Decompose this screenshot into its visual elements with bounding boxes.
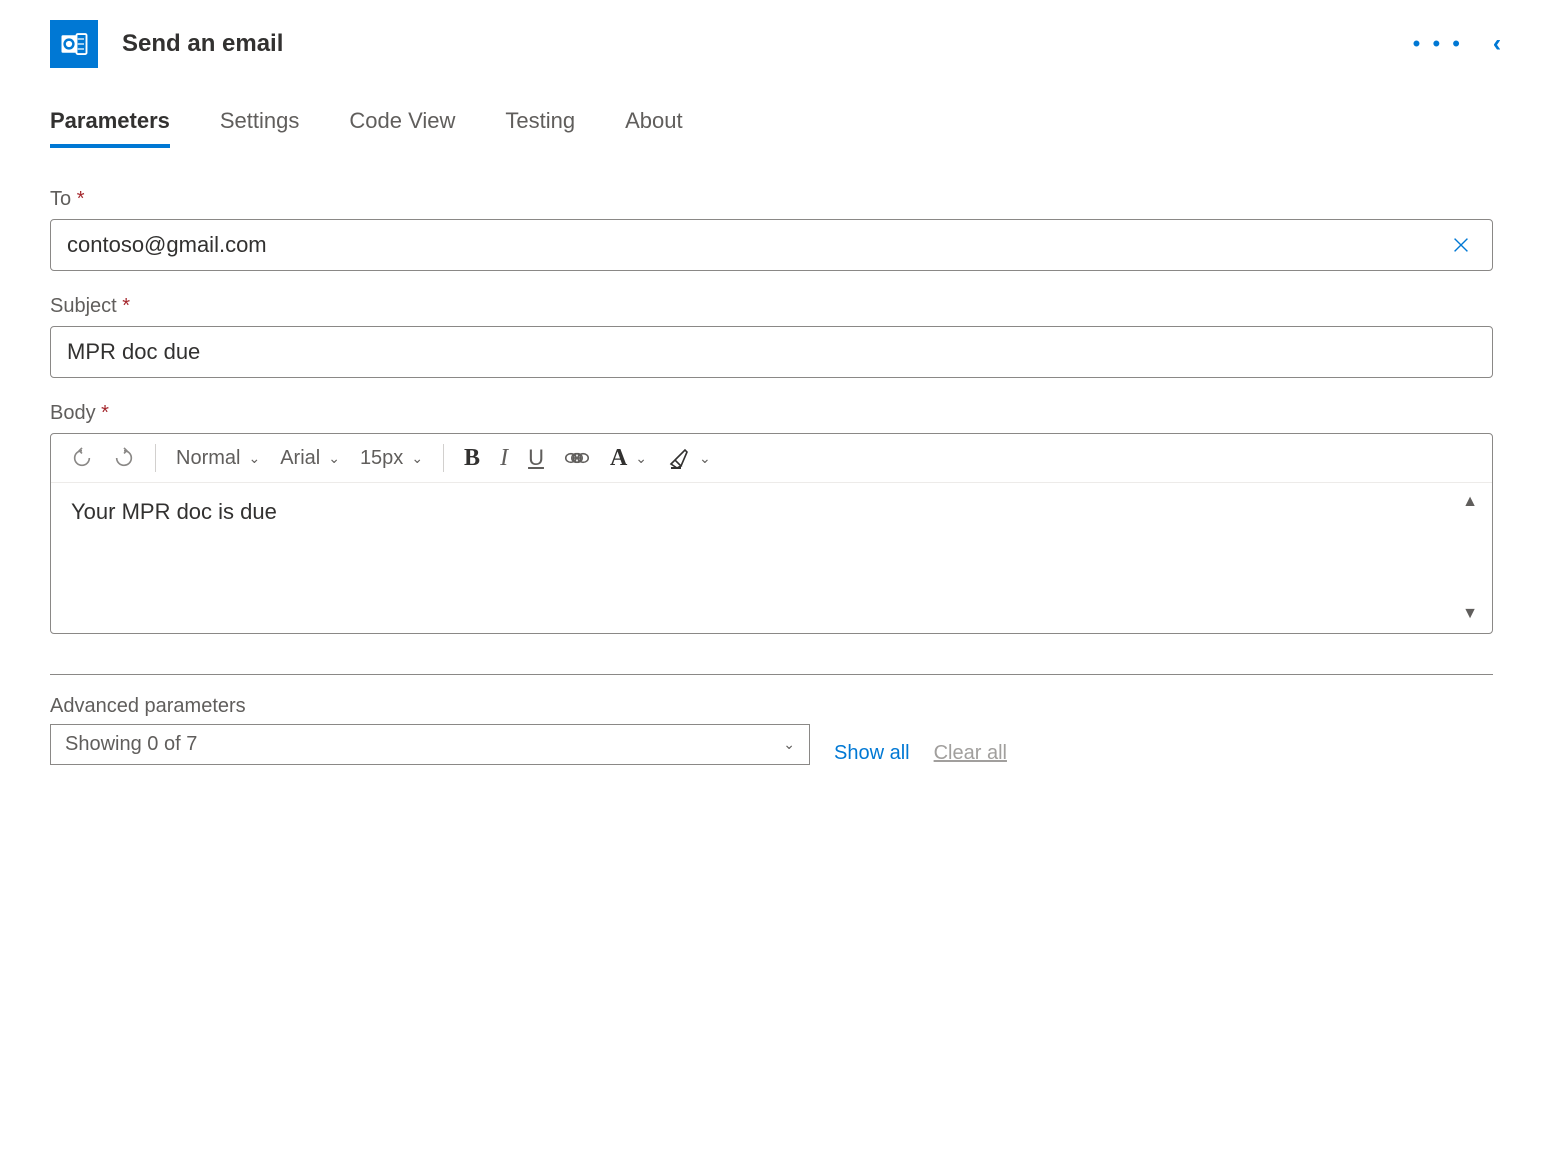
- tab-parameters[interactable]: Parameters: [50, 108, 170, 148]
- show-all-button[interactable]: Show all: [834, 742, 910, 765]
- toolbar-divider: [443, 444, 444, 472]
- editor-toolbar: Normal ⌄ Arial ⌄ 15px ⌄ B I U A ⌄: [51, 434, 1492, 483]
- tab-about[interactable]: About: [625, 108, 683, 148]
- body-textarea[interactable]: Your MPR doc is due ▲ ▼: [51, 483, 1492, 633]
- chevron-down-icon: ⌄: [248, 450, 260, 467]
- link-icon[interactable]: [564, 448, 590, 468]
- field-subject: Subject * MPR doc due: [50, 295, 1493, 378]
- tab-code-view[interactable]: Code View: [349, 108, 455, 148]
- toolbar-divider: [155, 444, 156, 472]
- advanced-parameters-row: Advanced parameters Showing 0 of 7 ⌄ Sho…: [50, 695, 1493, 765]
- tab-testing[interactable]: Testing: [505, 108, 575, 148]
- size-dropdown[interactable]: 15px ⌄: [360, 447, 423, 470]
- size-value: 15px: [360, 447, 403, 470]
- tab-settings[interactable]: Settings: [220, 108, 300, 148]
- chevron-down-icon: ⌄: [699, 450, 711, 467]
- body-label: Body *: [50, 402, 1493, 425]
- clear-to-icon[interactable]: [1446, 234, 1476, 256]
- scroll-up-icon[interactable]: ▲: [1462, 493, 1478, 511]
- header-left: Send an email: [50, 20, 283, 68]
- panel-title: Send an email: [122, 30, 283, 58]
- outlook-icon: [50, 20, 98, 68]
- scroll-arrows: ▲ ▼: [1456, 493, 1484, 623]
- highlight-icon: [667, 446, 691, 470]
- italic-button[interactable]: I: [500, 445, 508, 472]
- clear-all-button[interactable]: Clear all: [934, 742, 1007, 765]
- font-color-icon: A: [610, 445, 627, 472]
- panel-header: Send an email • • • ‹‹: [50, 20, 1493, 68]
- to-label: To *: [50, 188, 1493, 211]
- body-content: Your MPR doc is due: [71, 499, 277, 524]
- chevron-down-icon: ⌄: [635, 450, 647, 467]
- style-value: Normal: [176, 447, 240, 470]
- body-editor: Normal ⌄ Arial ⌄ 15px ⌄ B I U A ⌄: [50, 433, 1493, 634]
- bold-button[interactable]: B: [464, 445, 480, 472]
- subject-label: Subject *: [50, 295, 1493, 318]
- highlight-dropdown[interactable]: ⌄: [667, 446, 711, 470]
- required-mark: *: [101, 402, 109, 424]
- redo-icon[interactable]: [113, 447, 135, 469]
- required-mark: *: [122, 295, 130, 317]
- more-icon[interactable]: • • •: [1413, 31, 1463, 57]
- subject-label-text: Subject: [50, 295, 117, 317]
- style-dropdown[interactable]: Normal ⌄: [176, 447, 260, 470]
- to-label-text: To: [50, 188, 71, 210]
- underline-button[interactable]: U: [528, 445, 544, 471]
- scroll-down-icon[interactable]: ▼: [1462, 605, 1478, 623]
- advanced-select[interactable]: Showing 0 of 7 ⌄: [50, 724, 810, 765]
- chevron-down-icon: ⌄: [411, 450, 423, 467]
- subject-value: MPR doc due: [67, 339, 1476, 365]
- advanced-left: Advanced parameters Showing 0 of 7 ⌄: [50, 695, 810, 765]
- font-color-dropdown[interactable]: A ⌄: [610, 445, 647, 472]
- tab-bar: Parameters Settings Code View Testing Ab…: [50, 108, 1493, 148]
- section-divider: [50, 674, 1493, 675]
- undo-icon[interactable]: [71, 447, 93, 469]
- field-body: Body * Normal ⌄ Arial ⌄ 15px ⌄: [50, 402, 1493, 634]
- font-value: Arial: [280, 447, 320, 470]
- subject-input[interactable]: MPR doc due: [50, 326, 1493, 378]
- field-to: To * contoso@gmail.com: [50, 188, 1493, 271]
- advanced-showing: Showing 0 of 7: [65, 733, 197, 756]
- body-label-text: Body: [50, 402, 96, 424]
- chevron-down-icon: ⌄: [328, 450, 340, 467]
- required-mark: *: [77, 188, 85, 210]
- to-value: contoso@gmail.com: [67, 232, 1446, 258]
- chevron-down-icon: ⌄: [783, 736, 795, 753]
- advanced-label: Advanced parameters: [50, 695, 810, 718]
- to-input[interactable]: contoso@gmail.com: [50, 219, 1493, 271]
- header-right: • • • ‹‹: [1413, 30, 1493, 58]
- font-dropdown[interactable]: Arial ⌄: [280, 447, 340, 470]
